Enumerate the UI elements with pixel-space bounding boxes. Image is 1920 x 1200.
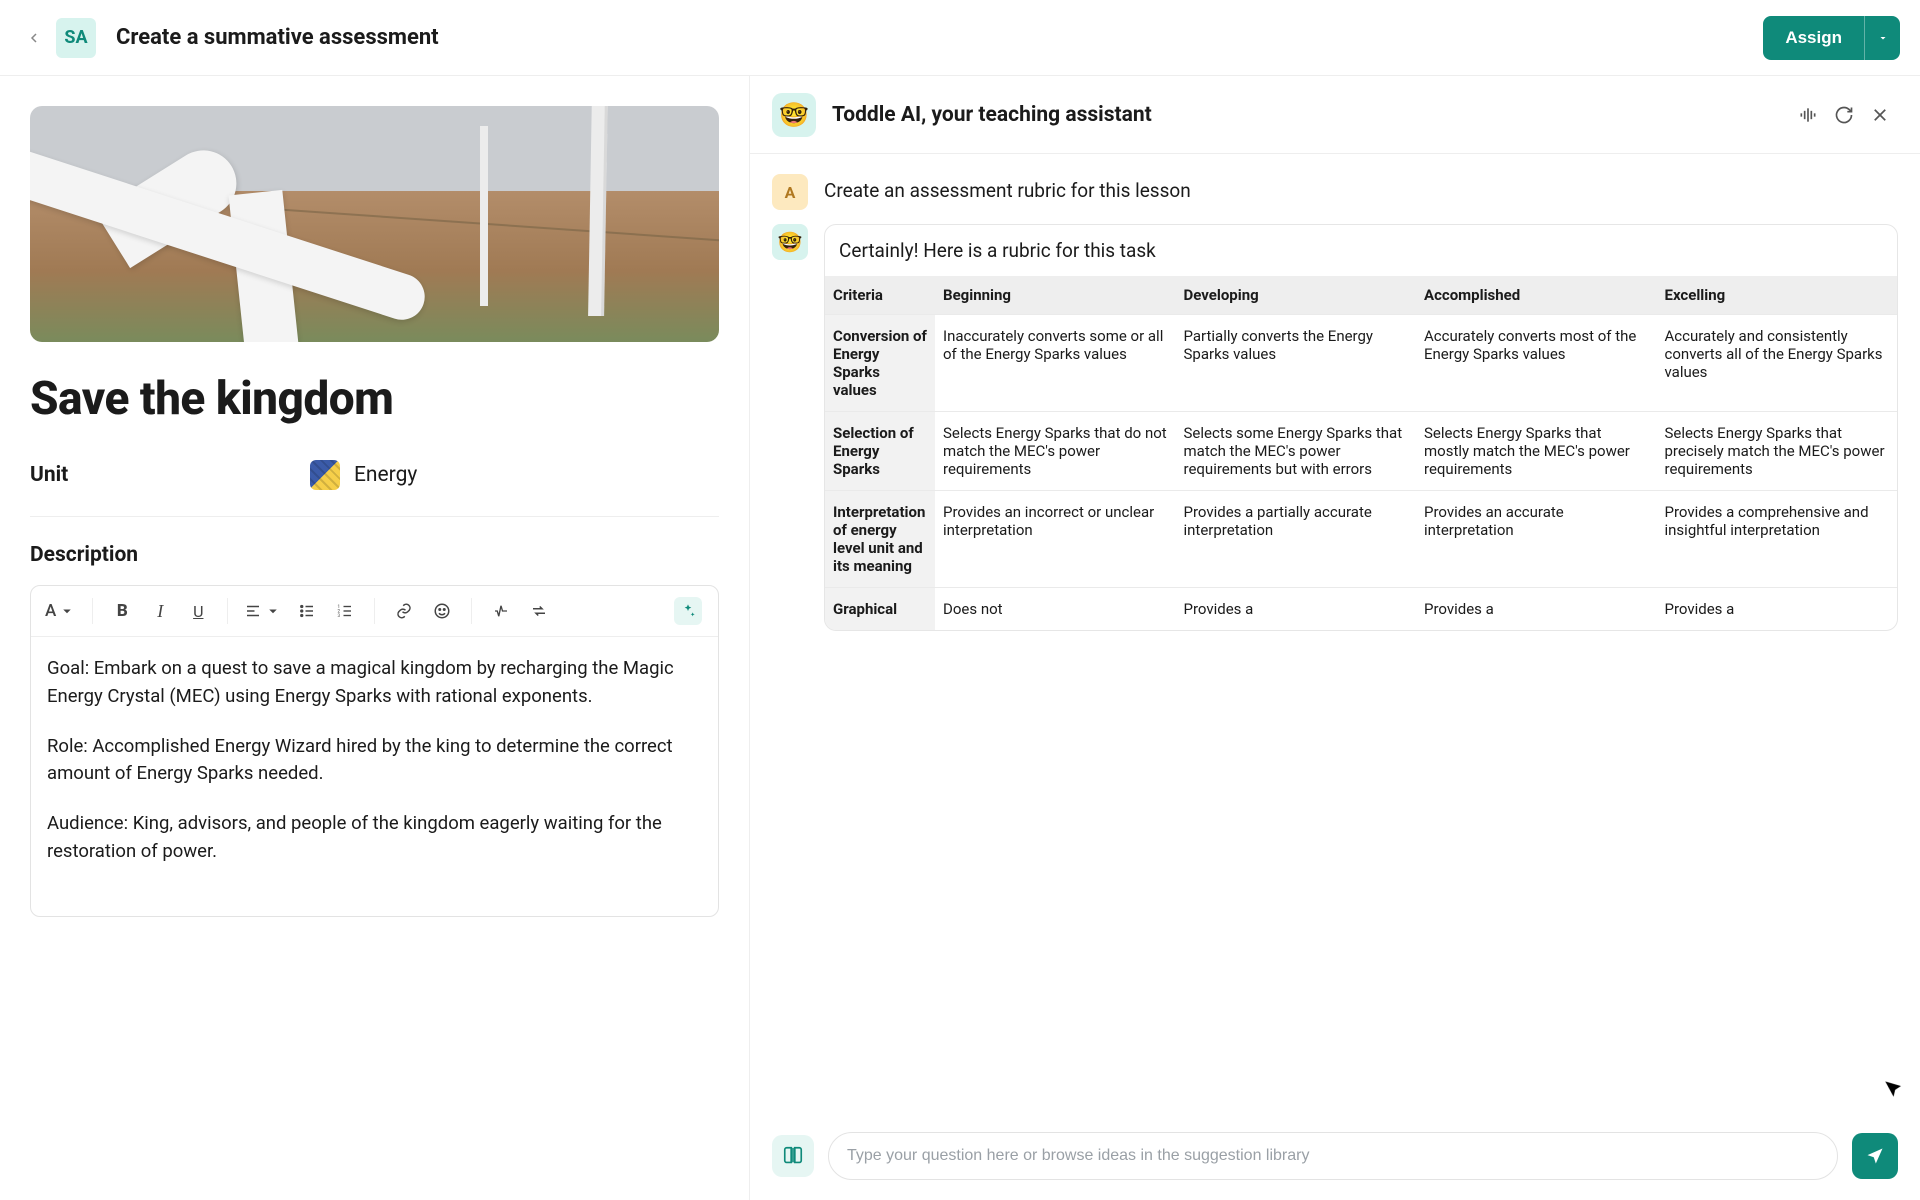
bold-button[interactable]: B xyxy=(105,594,139,628)
unit-name[interactable]: Energy xyxy=(354,463,417,487)
rubric-header: Excelling xyxy=(1657,276,1898,315)
description-paragraph[interactable]: Goal: Embark on a quest to save a magica… xyxy=(47,655,702,711)
assign-button[interactable]: Assign xyxy=(1763,16,1864,60)
description-label: Description xyxy=(30,543,719,567)
bullet-list-button[interactable] xyxy=(290,594,324,628)
ai-avatar-icon: 🤓 xyxy=(772,224,808,260)
description-body[interactable]: Goal: Embark on a quest to save a magica… xyxy=(31,637,718,916)
underline-button[interactable]: U xyxy=(181,594,215,628)
unit-row: Unit Energy xyxy=(30,460,719,517)
rubric-cell: Provides a xyxy=(1657,588,1898,631)
rubric-header: Developing xyxy=(1176,276,1417,315)
rubric-cell: Selects some Energy Sparks that match th… xyxy=(1176,412,1417,491)
rubric-cell: Selects Energy Sparks that do not match … xyxy=(935,412,1176,491)
ai-response-intro: Certainly! Here is a rubric for this tas… xyxy=(825,225,1897,276)
ai-assist-button[interactable] xyxy=(674,597,702,625)
voice-button[interactable] xyxy=(1790,97,1826,133)
rubric-cell: Provides a xyxy=(1176,588,1417,631)
chat-input-bar xyxy=(750,1118,1920,1200)
refresh-button[interactable] xyxy=(1826,97,1862,133)
link-button[interactable] xyxy=(387,594,421,628)
rubric-cell: Does not xyxy=(935,588,1176,631)
numbered-list-button[interactable]: 123 xyxy=(328,594,362,628)
hero-image[interactable] xyxy=(30,106,719,342)
unit-label: Unit xyxy=(30,463,310,487)
rubric-header: Accomplished xyxy=(1416,276,1657,315)
description-editor: A B I U 123 xyxy=(30,585,719,917)
rubric-cell: Accurately and consistently converts all… xyxy=(1657,315,1898,412)
rubric-cell: Accurately converts most of the Energy S… xyxy=(1416,315,1657,412)
back-button[interactable] xyxy=(20,24,48,52)
document-title[interactable]: Save the kingdom xyxy=(30,372,719,426)
rubric-cell: Selects Energy Sparks that mostly match … xyxy=(1416,412,1657,491)
swap-button[interactable] xyxy=(522,594,556,628)
unit-icon xyxy=(310,460,340,490)
user-message: A Create an assessment rubric for this l… xyxy=(772,174,1898,210)
chat-input[interactable] xyxy=(828,1132,1838,1180)
text-style-button[interactable]: A xyxy=(41,594,80,628)
description-paragraph[interactable]: Audience: King, advisors, and people of … xyxy=(47,810,702,866)
page-title: Create a summative assessment xyxy=(116,25,439,50)
rubric-cell: Provides a xyxy=(1416,588,1657,631)
rubric-cell: Provides a partially accurate interpreta… xyxy=(1176,491,1417,588)
ai-avatar-icon: 🤓 xyxy=(772,93,816,137)
rubric-criteria: Selection of Energy Sparks xyxy=(825,412,935,491)
rubric-cell: Provides an accurate interpretation xyxy=(1416,491,1657,588)
rubric-table: Criteria Beginning Developing Accomplish… xyxy=(825,276,1897,630)
rubric-criteria: Conversion of Energy Sparks values xyxy=(825,315,935,412)
rubric-header: Beginning xyxy=(935,276,1176,315)
rubric-cell: Provides a comprehensive and insightful … xyxy=(1657,491,1898,588)
editor-pane: Save the kingdom Unit Energy Description… xyxy=(0,76,750,1200)
rubric-criteria: Interpretation of energy level unit and … xyxy=(825,491,935,588)
rubric-cell: Partially converts the Energy Sparks val… xyxy=(1176,315,1417,412)
user-message-text: Create an assessment rubric for this les… xyxy=(824,174,1191,202)
italic-button[interactable]: I xyxy=(143,594,177,628)
svg-text:3: 3 xyxy=(338,613,341,619)
rubric-row: Graphical Does not Provides a Provides a… xyxy=(825,588,1897,631)
close-button[interactable] xyxy=(1862,97,1898,133)
send-button[interactable] xyxy=(1852,1133,1898,1179)
suggestion-library-button[interactable] xyxy=(772,1135,814,1177)
ai-message: 🤓 Certainly! Here is a rubric for this t… xyxy=(772,224,1898,631)
rubric-row: Interpretation of energy level unit and … xyxy=(825,491,1897,588)
assign-button-group: Assign xyxy=(1763,16,1900,60)
user-avatar: A xyxy=(772,174,808,210)
ai-response-bubble: Certainly! Here is a rubric for this tas… xyxy=(824,224,1898,631)
editor-toolbar: A B I U 123 xyxy=(31,586,718,637)
ai-pane: 🤓 Toddle AI, your teaching assistant A C… xyxy=(750,76,1920,1200)
rubric-cell: Selects Energy Sparks that precisely mat… xyxy=(1657,412,1898,491)
assessment-type-badge: SA xyxy=(56,18,96,58)
rubric-header: Criteria xyxy=(825,276,935,315)
rubric-cell: Provides an incorrect or unclear interpr… xyxy=(935,491,1176,588)
rubric-cell: Inaccurately converts some or all of the… xyxy=(935,315,1176,412)
app-header: SA Create a summative assessment Assign xyxy=(0,0,1920,76)
rubric-header-row: Criteria Beginning Developing Accomplish… xyxy=(825,276,1897,315)
assign-dropdown-button[interactable] xyxy=(1864,16,1900,60)
align-button[interactable] xyxy=(240,594,286,628)
ai-title: Toddle AI, your teaching assistant xyxy=(832,103,1152,127)
description-paragraph[interactable]: Role: Accomplished Energy Wizard hired b… xyxy=(47,733,702,789)
rubric-row: Selection of Energy Sparks Selects Energ… xyxy=(825,412,1897,491)
ai-header: 🤓 Toddle AI, your teaching assistant xyxy=(750,76,1920,154)
emoji-button[interactable] xyxy=(425,594,459,628)
chat-scroll[interactable]: A Create an assessment rubric for this l… xyxy=(750,154,1920,1118)
rubric-row: Conversion of Energy Sparks values Inacc… xyxy=(825,315,1897,412)
equation-button[interactable] xyxy=(484,594,518,628)
rubric-criteria: Graphical xyxy=(825,588,935,631)
